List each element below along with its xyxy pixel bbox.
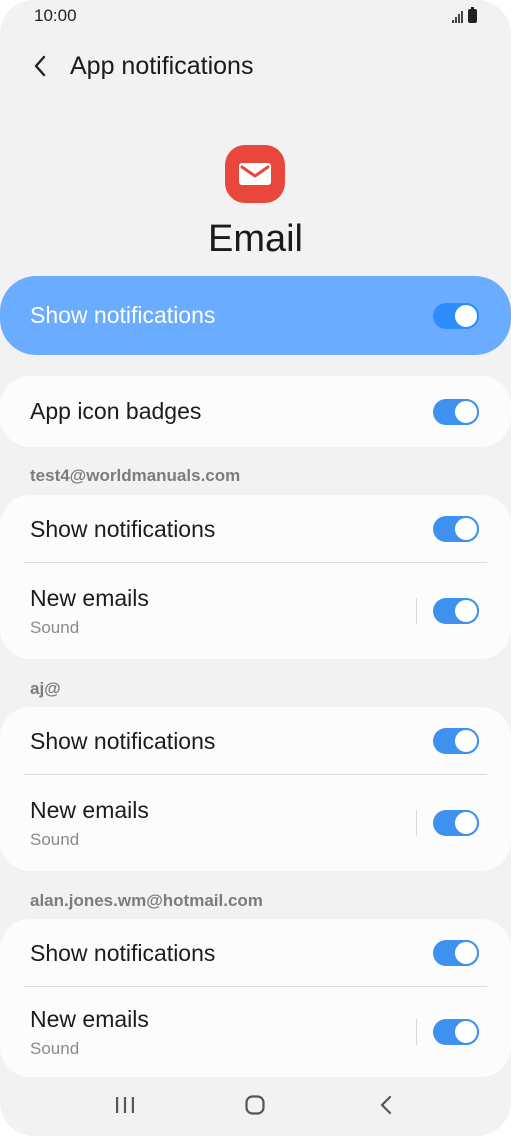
badges-card: App icon badges [0,376,511,447]
home-icon [245,1095,266,1115]
account-header: alan.jones.wm@hotmail.com [30,891,263,910]
new-emails-row[interactable]: New emails Sound [0,775,511,871]
new-emails-label: New emails [30,584,149,611]
app-icon-badges-row[interactable]: App icon badges [0,376,511,447]
back-icon [380,1095,391,1115]
new-emails-sound-label: Sound [30,1038,80,1058]
app-bar: App notifications [0,40,511,92]
show-notifications-row[interactable]: Show notifications [0,707,511,775]
new-emails-sound-label: Sound [30,829,80,849]
show-notifications-label: Show notifications [30,727,216,754]
master-toggle-switch[interactable] [433,302,479,329]
show-notifications-row[interactable]: Show notifications [0,495,511,563]
back-button[interactable] [15,41,65,91]
new-emails-label: New emails [30,796,149,823]
recents-icon [116,1097,135,1113]
show-notifications-toggle[interactable] [433,940,479,966]
vertical-separator [416,598,417,624]
status-time: 10:00 [34,6,77,25]
new-emails-sound-label: Sound [30,617,80,637]
badges-label: App icon badges [30,398,202,424]
account-header: test4@worldmanuals.com [30,466,241,485]
new-emails-toggle[interactable] [433,598,479,624]
vertical-separator [416,1019,417,1045]
new-emails-row[interactable]: New emails Sound [0,987,511,1077]
show-notifications-row[interactable]: Show notifications [0,919,511,987]
nav-back-button[interactable] [356,1080,416,1130]
show-notifications-label: Show notifications [30,939,216,966]
home-button[interactable] [225,1080,285,1130]
chevron-left-icon [34,55,46,77]
show-notifications-toggle[interactable] [433,728,479,754]
navigation-bar [0,1074,511,1136]
account-header: aj@ [30,679,61,698]
recents-button[interactable] [95,1080,155,1130]
new-emails-toggle[interactable] [433,1019,479,1045]
status-bar: 10:00 [0,0,511,32]
phone-screen: 10:00 App notifications Email Show notif… [0,0,511,1136]
new-emails-label: New emails [30,1005,149,1032]
email-app-icon [225,145,285,203]
status-icons [452,7,477,23]
new-emails-row[interactable]: New emails Sound [0,563,511,659]
envelope-icon [239,163,271,185]
show-notifications-master-toggle-row[interactable]: Show notifications [0,276,511,355]
page-title: App notifications [70,51,254,80]
app-name: Email [207,218,304,260]
master-toggle-label: Show notifications [30,302,216,328]
account-card: Show notifications New emails Sound [0,495,511,659]
account-card: Show notifications New emails Sound [0,919,511,1077]
show-notifications-label: Show notifications [30,515,216,542]
battery-icon [468,7,477,23]
new-emails-toggle[interactable] [433,810,479,836]
vertical-separator [416,810,417,836]
badges-toggle[interactable] [433,398,479,425]
show-notifications-toggle[interactable] [433,516,479,542]
signal-icon [452,9,463,23]
account-card: Show notifications New emails Sound [0,707,511,871]
